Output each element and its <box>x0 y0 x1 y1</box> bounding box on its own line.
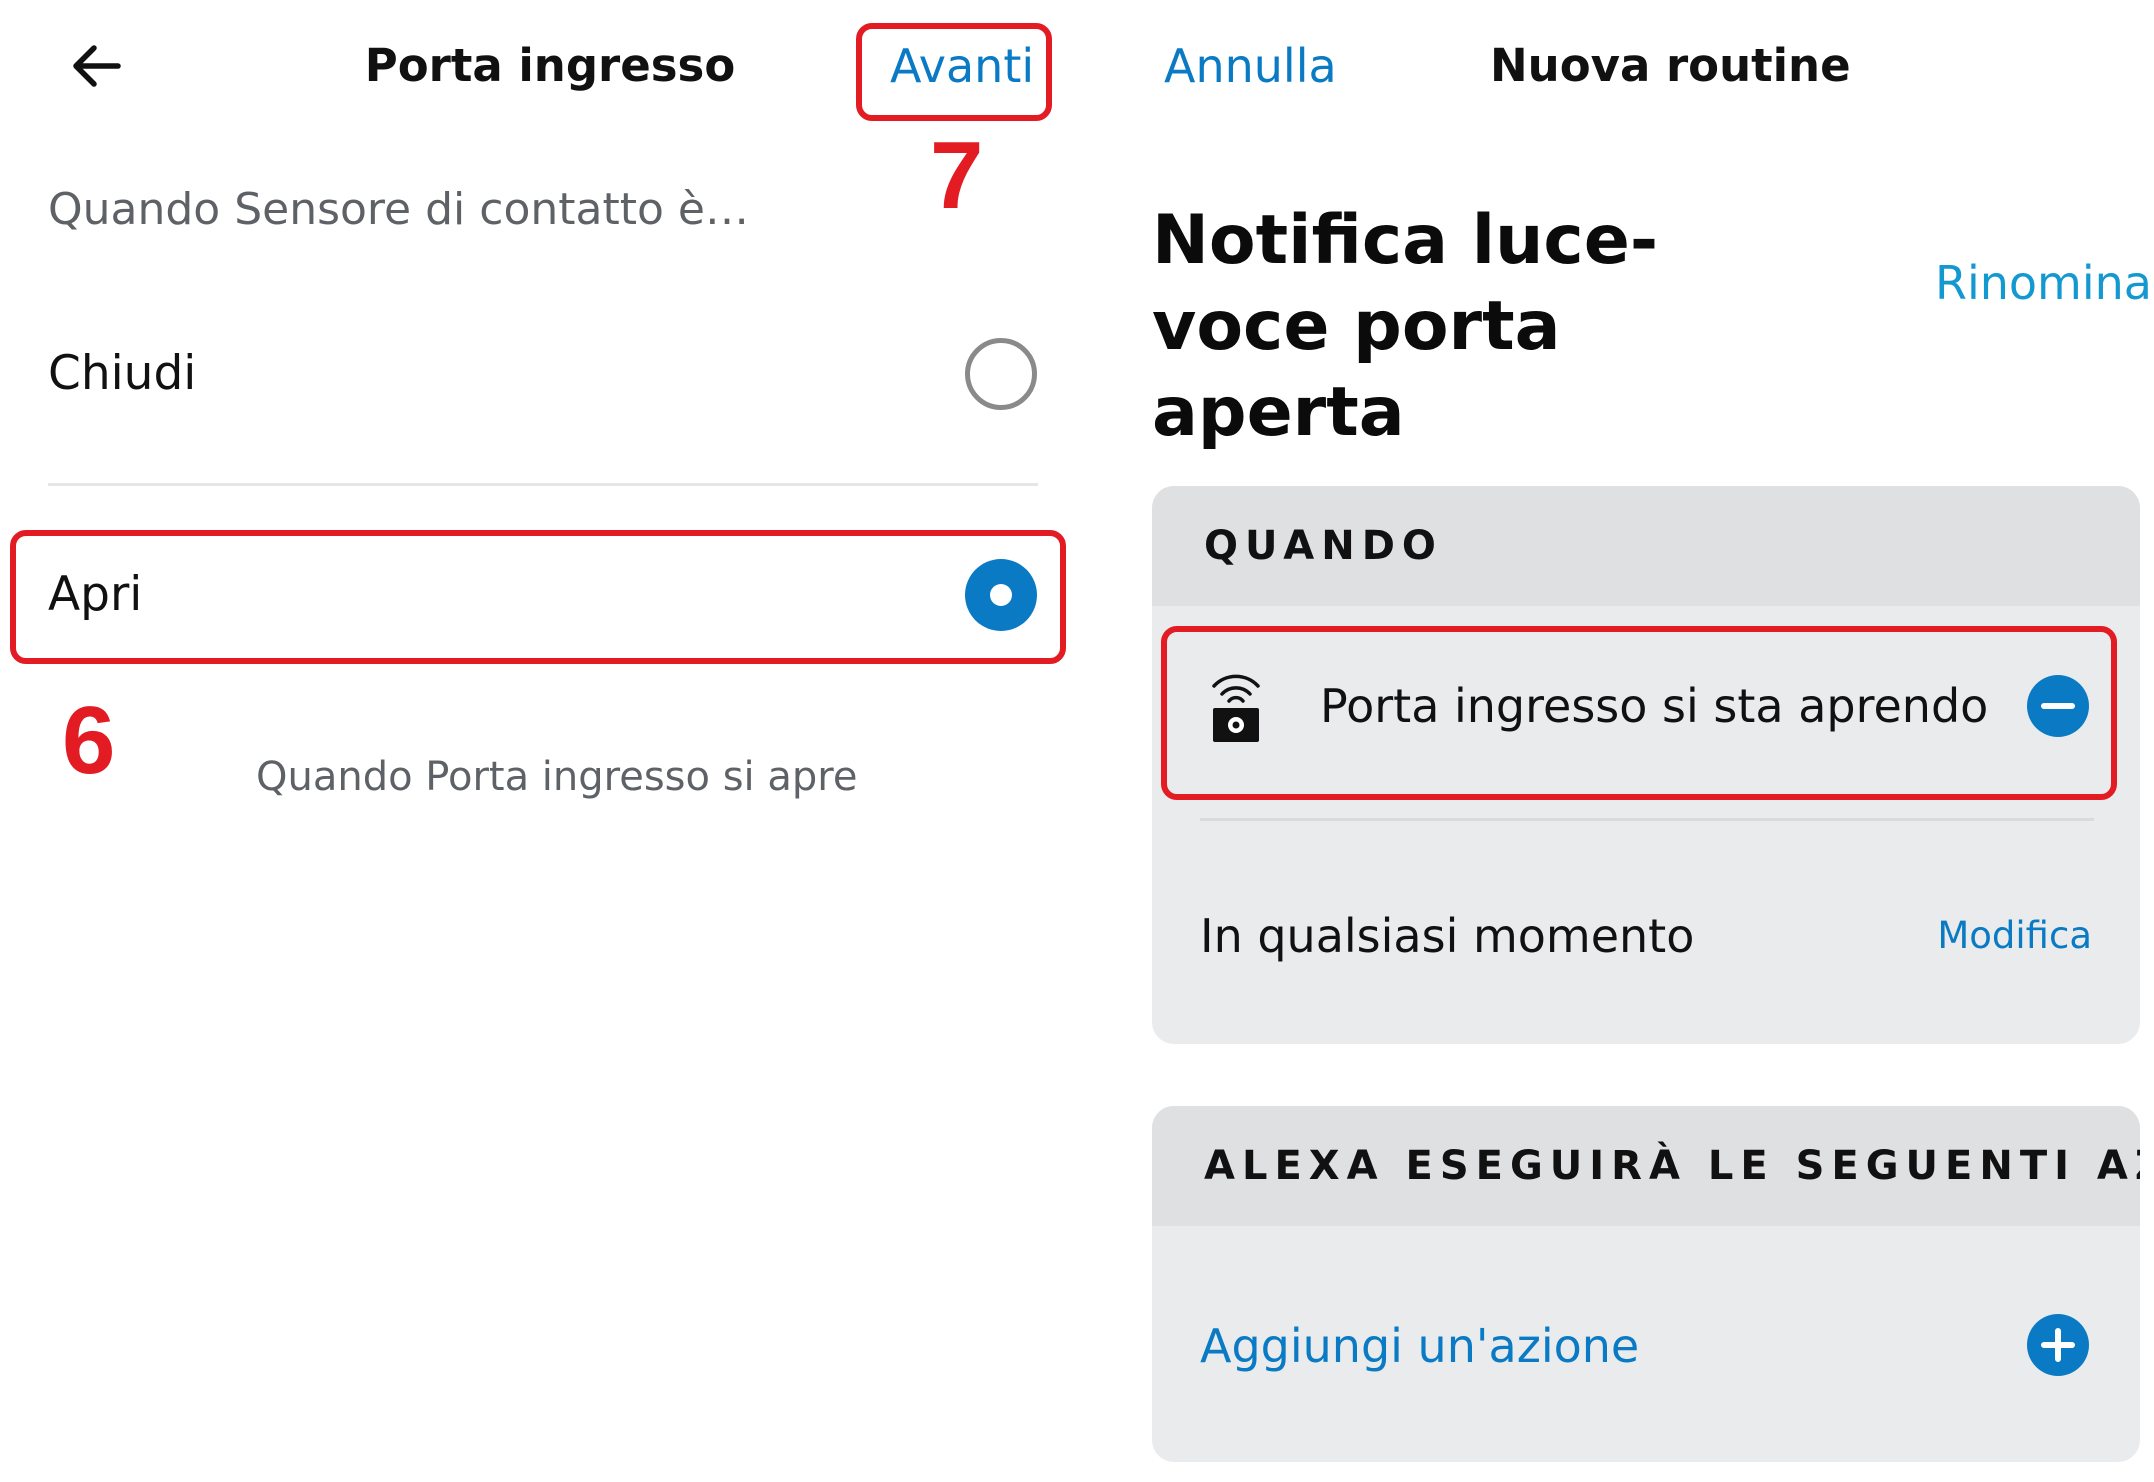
page-title: Porta ingresso <box>364 39 736 92</box>
actions-card-header: ALEXA ESEGUIRÀ LE SEGUENTI AZI… <box>1152 1106 2140 1226</box>
rename-button[interactable]: Rinomina <box>1935 248 2152 318</box>
routine-page-title: Nuova routine <box>1490 39 1851 92</box>
next-button-highlight <box>856 23 1052 121</box>
option-row-close[interactable]: Chiudi <box>0 320 1077 430</box>
open-option-highlight <box>10 530 1066 664</box>
when-heading: QUANDO <box>1204 523 1443 569</box>
option-divider <box>48 483 1038 486</box>
schedule-text: In qualsiasi momento <box>1200 909 1695 963</box>
selection-caption: Quando Porta ingresso si apre <box>256 754 858 800</box>
left-screen: Porta ingresso Avanti 7 Quando Sensore d… <box>0 0 1077 1482</box>
actions-card: ALEXA ESEGUIRÀ LE SEGUENTI AZI… Aggiungi… <box>1152 1106 2140 1462</box>
trigger-highlight <box>1161 626 2117 800</box>
option-label-close: Chiudi <box>48 346 197 401</box>
routine-name-text: Notifica luce-voce porta aperta <box>1152 201 1659 452</box>
add-action-button[interactable] <box>2027 1314 2089 1376</box>
add-action-link[interactable]: Aggiungi un'azione <box>1200 1311 1639 1381</box>
radio-close[interactable] <box>965 338 1037 410</box>
plus-circle-icon <box>2041 1328 2075 1362</box>
edit-schedule-button[interactable]: Modifica <box>1937 906 2092 966</box>
when-card-divider <box>1200 818 2094 821</box>
step-6-label: 6 <box>62 687 116 794</box>
back-arrow-icon[interactable] <box>66 36 126 96</box>
cancel-button[interactable]: Annulla <box>1164 30 1337 102</box>
step-7-label: 7 <box>930 122 984 229</box>
trigger-question: Quando Sensore di contatto è… <box>48 184 749 235</box>
routine-name: Notifica luce-voce porta aperta <box>1152 198 1772 456</box>
actions-heading: ALEXA ESEGUIRÀ LE SEGUENTI AZI… <box>1204 1143 2140 1189</box>
when-card-header: QUANDO <box>1152 486 2140 606</box>
